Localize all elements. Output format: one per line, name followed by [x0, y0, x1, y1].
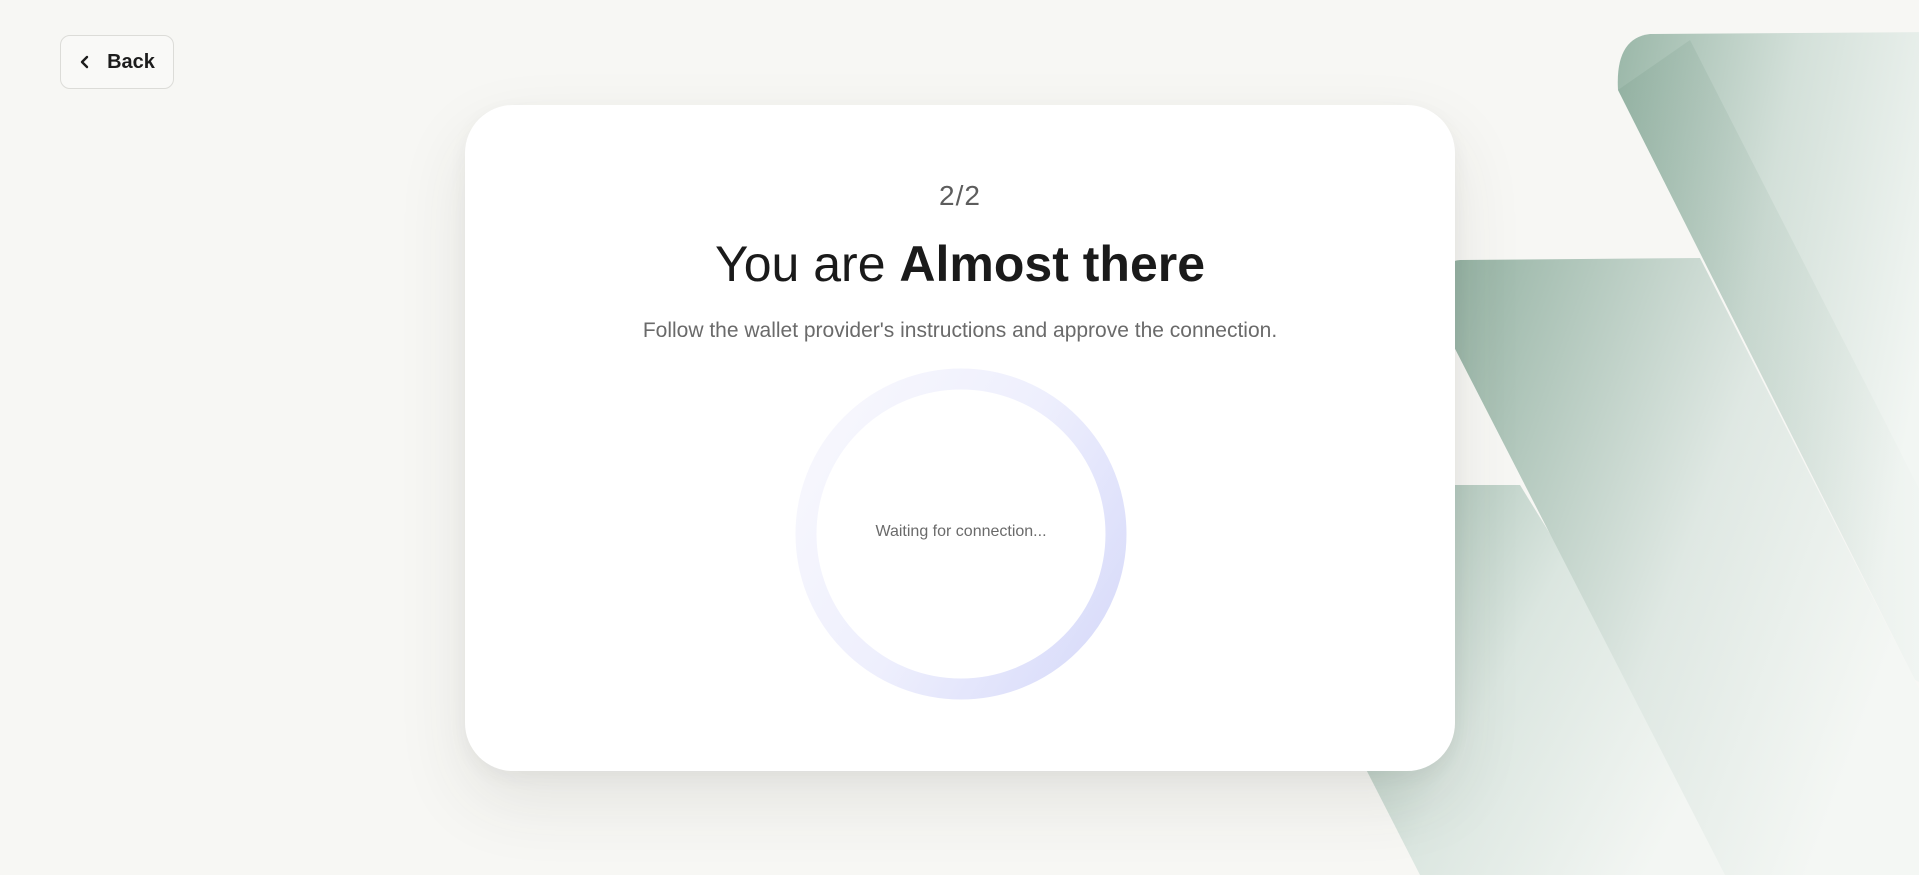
connection-card: 2/2 You are Almost there Follow the wall…	[465, 105, 1455, 771]
title-emphasis: Almost there	[899, 236, 1206, 292]
step-indicator: 2/2	[939, 180, 981, 211]
chevron-left-icon	[79, 55, 91, 69]
back-button[interactable]: Back	[60, 35, 174, 89]
back-button-label: Back	[107, 50, 155, 73]
title-prefix: You are	[714, 236, 900, 292]
connection-spinner: Waiting for connection...	[795, 368, 1127, 700]
connection-status: Waiting for connection...	[875, 523, 1047, 540]
page-title: You are Almost there	[465, 235, 1455, 293]
instructions-text: Follow the wallet provider's instruction…	[642, 319, 1278, 342]
